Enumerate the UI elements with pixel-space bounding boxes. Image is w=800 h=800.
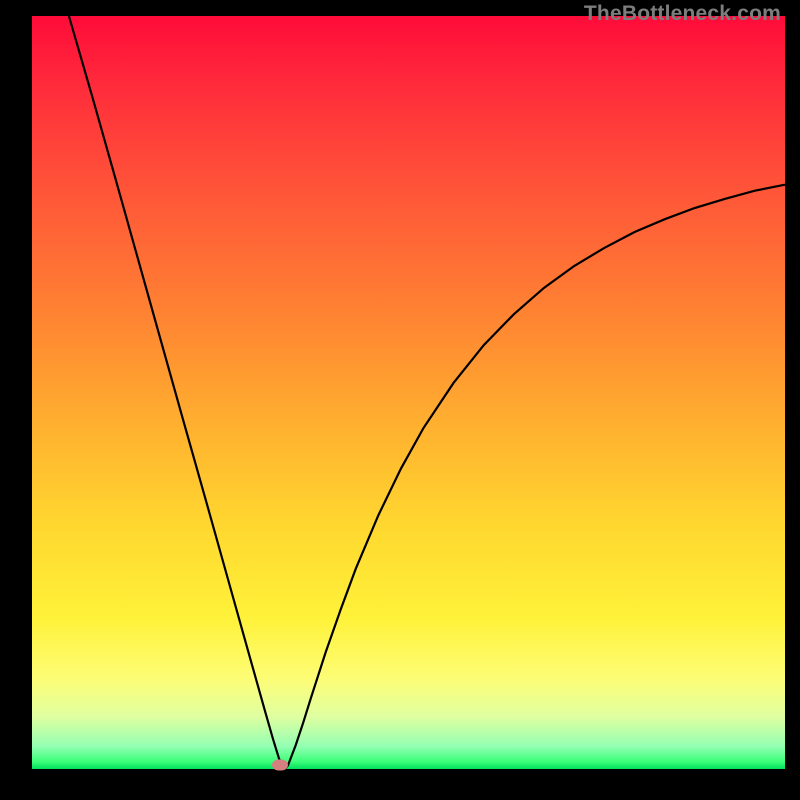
- plot-area: TheBottleneck.com: [32, 16, 785, 769]
- chart-container: TheBottleneck.com: [0, 0, 800, 800]
- bottleneck-curve: [32, 16, 785, 769]
- minimum-marker: [272, 760, 288, 771]
